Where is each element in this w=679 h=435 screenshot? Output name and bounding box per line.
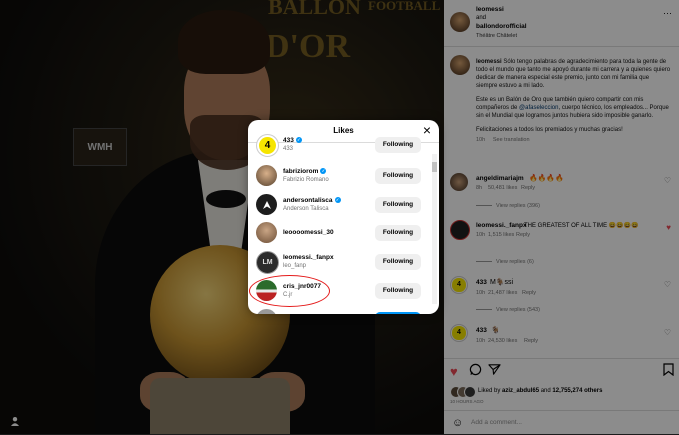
liker-row[interactable]: andersontalisca ✓ Anderson Talisca Follow… [248,192,431,218]
verified-badge-icon: ✓ [334,197,341,204]
liker-row[interactable]: 4 433 ✓ 433 Following [248,132,431,158]
scrollbar-thumb[interactable] [432,162,437,172]
liker-row[interactable]: leoooomessi_30 Following [248,220,431,246]
liker-avatar[interactable] [256,222,277,243]
following-button[interactable]: Following [375,137,421,153]
liker-fullname: 433 [283,146,294,152]
following-button[interactable]: Following [375,168,421,184]
modal-backdrop-panel[interactable] [444,0,679,434]
liker-username[interactable]: 433 ✓ [283,137,302,144]
liker-row[interactable]: fabriziorom ✓ Fabrizio Romano Following [248,163,431,189]
liker-username[interactable]: leoooomessi_30 [283,229,334,236]
verified-badge-icon: ✓ [295,137,302,144]
liker-fullname: leo_fanp [283,263,307,269]
liker-avatar[interactable] [256,309,277,314]
liker-username[interactable]: andersontalisca ✓ [283,197,341,204]
following-button[interactable]: Following [375,197,421,213]
liker-username[interactable]: fabriziorom ✓ [283,168,327,175]
liker-username[interactable]: leomessi._fanpx [283,254,334,261]
liker-avatar[interactable]: LM [256,251,279,274]
liker-avatar[interactable]: 4 [256,134,279,157]
liker-avatar[interactable] [256,194,277,215]
following-button[interactable]: Following [375,283,421,299]
liker-row[interactable]: LM leomessi._fanpx leo_fanp Following [248,249,431,275]
verified-badge-icon: ✓ [320,168,327,175]
liker-fullname: Fabrizio Romano [283,177,329,183]
following-button[interactable]: Following [375,254,421,270]
liker-avatar[interactable] [256,165,277,186]
liker-fullname: Anderson Talisca [283,206,329,212]
following-button[interactable]: Following [375,225,421,241]
liker-row-partial[interactable] [248,307,431,314]
modal-scrollbar[interactable] [432,154,437,304]
follow-button-partial[interactable] [375,312,421,314]
red-annotation-circle [249,275,330,307]
